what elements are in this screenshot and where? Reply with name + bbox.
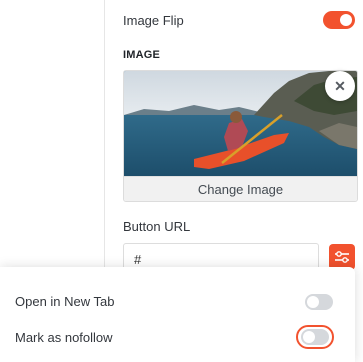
remove-image-button[interactable]: ✕ — [325, 71, 355, 101]
change-image-button[interactable]: Change Image — [124, 176, 357, 201]
link-options-popover: Open in New Tab Mark as nofollow — [0, 267, 355, 362]
open-new-tab-toggle[interactable] — [305, 294, 333, 310]
image-flip-toggle[interactable] — [323, 11, 355, 29]
sliders-icon — [335, 251, 349, 263]
image-flip-label: Image Flip — [123, 13, 184, 28]
toggle-knob — [307, 296, 319, 308]
open-new-tab-label: Open in New Tab — [15, 294, 115, 309]
nofollow-label: Mark as nofollow — [15, 330, 113, 345]
image-section-heading: IMAGE — [123, 49, 161, 61]
image-picker[interactable]: Change Image — [123, 70, 358, 202]
toggle-knob — [340, 14, 352, 26]
image-preview — [124, 71, 357, 176]
button-url-label: Button URL — [123, 219, 191, 234]
nofollow-toggle[interactable] — [301, 329, 329, 345]
toggle-knob — [303, 331, 315, 343]
close-icon: ✕ — [334, 77, 346, 94]
